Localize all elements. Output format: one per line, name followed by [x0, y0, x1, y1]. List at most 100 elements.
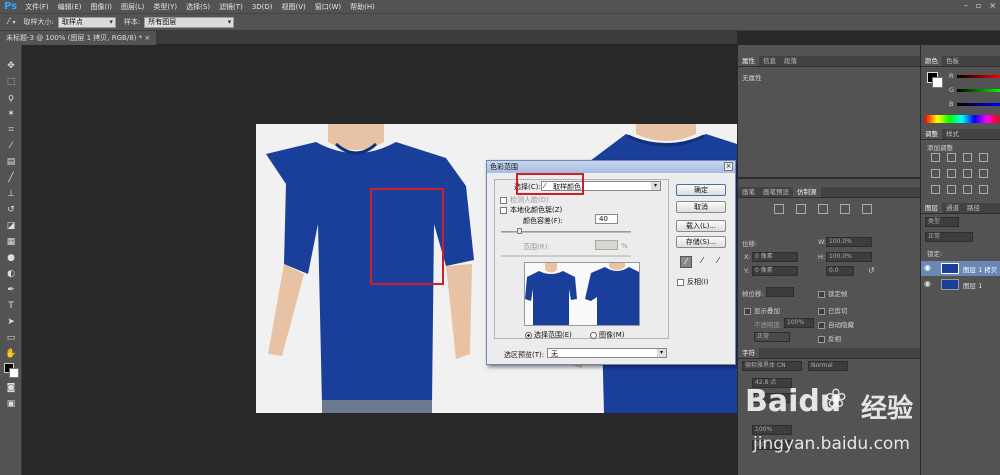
invert-checkbox[interactable] [677, 278, 684, 286]
load-button[interactable]: 载入(L)... [676, 220, 726, 232]
cancel-button[interactable]: 取消 [676, 201, 726, 213]
layer-row-copy[interactable]: ◉ 图层 1 拷贝 [921, 261, 1000, 276]
height-scale-field[interactable]: 100.0% [826, 252, 872, 262]
clone-source-2-icon[interactable] [796, 204, 806, 214]
close-icon[interactable]: × [989, 1, 996, 10]
dialog-titlebar[interactable]: 色彩范围 × [487, 161, 735, 173]
magic-wand-tool-icon[interactable]: ✶ [4, 107, 18, 121]
tab-paragraph[interactable]: 段落 [780, 56, 801, 66]
auto-hide-row[interactable]: 自动隐藏 [818, 319, 854, 329]
invert-row[interactable]: 反相(I) [677, 277, 709, 287]
hue-adjustment-icon[interactable] [931, 169, 940, 178]
font-style-select[interactable]: Normal [808, 361, 848, 371]
brightness-adjustment-icon[interactable] [931, 153, 940, 162]
brush-tool-icon[interactable]: ╱ [4, 171, 18, 185]
history-brush-icon[interactable]: ↺ [4, 203, 18, 217]
shape-tool-icon[interactable]: ▭ [4, 331, 18, 345]
menu-filter[interactable]: 滤镜(T) [219, 2, 243, 12]
radio-selection-row[interactable]: 选择范围(E) [525, 330, 572, 340]
eraser-tool-icon[interactable]: ◪ [4, 219, 18, 233]
width-scale-field[interactable]: 100.0% [826, 237, 872, 247]
menu-image[interactable]: 图像(I) [91, 2, 113, 12]
tab-character[interactable]: 字符 [738, 348, 759, 358]
chevron-down-icon[interactable]: ▾ [13, 19, 16, 26]
eyedropper-tool-icon[interactable]: ⁄ [8, 17, 10, 27]
tab-info[interactable]: 信息 [759, 56, 780, 66]
menu-view[interactable]: 视图(V) [282, 2, 306, 12]
bw-adjustment-icon[interactable] [963, 169, 972, 178]
localized-clusters-row[interactable]: 本地化颜色簇(Z) [500, 205, 562, 215]
exposure-adjustment-icon[interactable] [979, 153, 988, 162]
eyedropper-icon[interactable]: ⁄ [4, 139, 18, 153]
frame-offset-field[interactable] [766, 287, 794, 297]
dodge-tool-icon[interactable]: ◐ [4, 267, 18, 281]
menu-file[interactable]: 文件(F) [25, 2, 49, 12]
background-color-swatch[interactable] [9, 368, 19, 378]
tab-channels[interactable]: 通道 [942, 203, 963, 213]
tab-layers[interactable]: 图层 [921, 203, 942, 213]
visibility-eye-icon[interactable]: ◉ [924, 263, 931, 272]
fuzziness-input[interactable]: 40 [595, 214, 618, 224]
lock-frame-row[interactable]: 锁定帧 [818, 288, 848, 298]
menu-layer[interactable]: 图层(L) [121, 2, 144, 12]
menu-type[interactable]: 类型(Y) [153, 2, 177, 12]
fuzziness-slider-thumb[interactable] [517, 228, 522, 234]
dialog-close-icon[interactable]: × [724, 162, 733, 171]
color-spectrum-bar[interactable] [925, 115, 999, 123]
rotate-reset-icon[interactable]: ↺ [868, 266, 875, 275]
clone-source-3-icon[interactable] [818, 204, 828, 214]
healing-brush-icon[interactable]: ▤ [4, 155, 18, 169]
type-tool-icon[interactable]: T [4, 299, 18, 313]
restore-icon[interactable]: ▫ [976, 1, 981, 10]
tab-brush-presets[interactable]: 画笔预设 [759, 187, 793, 197]
overlay-blend-select[interactable]: 正常 [754, 332, 790, 342]
angle-field[interactable]: 0.0 [826, 266, 854, 276]
eyedropper-minus-icon[interactable]: ⁄ [712, 256, 724, 268]
ok-button[interactable]: 确定 [676, 184, 726, 196]
detect-faces-row[interactable]: 检测人脸(D) [500, 195, 549, 205]
radio-image-row[interactable]: 图像(M) [590, 330, 625, 340]
minimize-icon[interactable]: – [964, 1, 968, 10]
eyedropper-plus-icon[interactable]: ⁄ [696, 256, 708, 268]
quick-mask-icon[interactable]: ◙ [4, 381, 18, 395]
menu-window[interactable]: 窗口(W) [315, 2, 341, 12]
menu-select[interactable]: 选择(S) [186, 2, 210, 12]
show-overlay-checkbox[interactable] [744, 307, 751, 315]
save-button[interactable]: 存储(S)... [676, 236, 726, 248]
menu-3d[interactable]: 3D(D) [252, 3, 273, 11]
crop-tool-icon[interactable]: ⌗ [4, 123, 18, 137]
tab-brush[interactable]: 画笔 [738, 187, 759, 197]
y-offset-field[interactable]: 0 像素 [752, 266, 798, 276]
x-offset-field[interactable]: 0 像素 [752, 252, 798, 262]
threshold-adjustment-icon[interactable] [963, 185, 972, 194]
gradient-map-icon[interactable] [979, 185, 988, 194]
levels-adjustment-icon[interactable] [947, 153, 956, 162]
document-tab[interactable]: 未标题-3 @ 100% (图层 1 拷贝, RGB/8) * × [0, 31, 157, 45]
stamp-tool-icon[interactable]: ⊥ [4, 187, 18, 201]
layer-row-base[interactable]: ◉ 图层 1 [921, 277, 1000, 292]
gradient-tool-icon[interactable]: ▦ [4, 235, 18, 249]
marquee-tool-icon[interactable]: ⬚ [4, 75, 18, 89]
clipped-checkbox[interactable] [818, 307, 825, 315]
layer-blend-mode-select[interactable]: 正常 [925, 232, 973, 242]
blur-tool-icon[interactable]: ● [4, 251, 18, 265]
radio-image[interactable] [590, 331, 597, 339]
font-family-select[interactable]: 微软雅黑体 CN [742, 361, 802, 371]
invert-adjustment-icon[interactable] [931, 185, 940, 194]
tab-properties[interactable]: 属性 [738, 56, 759, 66]
tab-clone-source[interactable]: 仿制源 [793, 187, 821, 197]
balance-adjustment-icon[interactable] [947, 169, 956, 178]
clone-source-1-icon[interactable] [774, 204, 784, 214]
screen-mode-icon[interactable]: ▣ [4, 397, 18, 411]
clone-source-4-icon[interactable] [840, 204, 850, 214]
auto-hide-checkbox[interactable] [818, 321, 825, 329]
radio-selection-checked[interactable] [525, 331, 532, 339]
channel-g-slider[interactable] [957, 89, 1000, 92]
eyedropper-sample-button[interactable]: ⁄ [680, 256, 692, 268]
menu-edit[interactable]: 编辑(E) [58, 2, 82, 12]
channel-r-slider[interactable] [957, 75, 1000, 78]
menu-help[interactable]: 帮助(H) [350, 2, 375, 12]
selection-preview-select[interactable]: 无 ▾ [547, 348, 667, 358]
pen-tool-icon[interactable]: ✒ [4, 283, 18, 297]
channel-b-slider[interactable] [957, 103, 1000, 106]
